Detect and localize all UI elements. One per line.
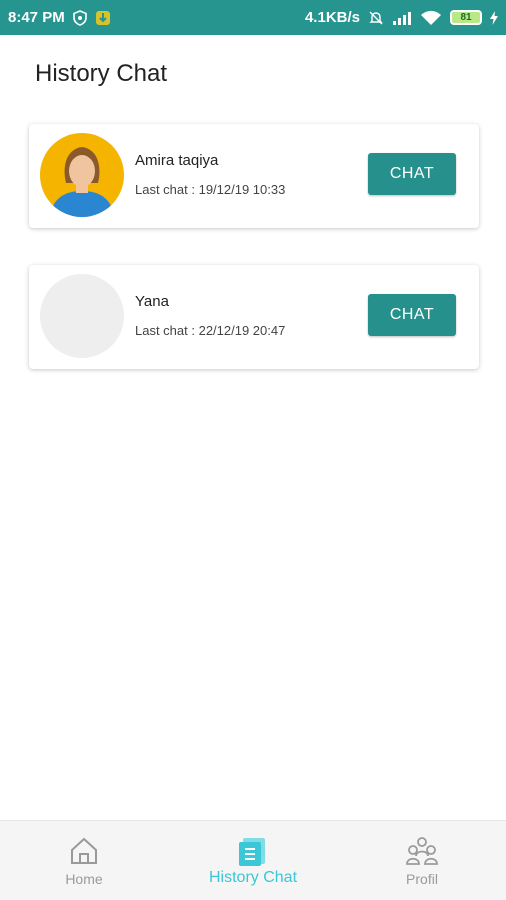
chat-button[interactable]: CHAT — [368, 294, 456, 336]
home-icon — [69, 836, 99, 871]
contact-name: Amira taqiya — [135, 152, 219, 169]
nav-label-history-chat: History Chat — [208, 869, 298, 886]
contact-name: Yana — [135, 293, 169, 310]
network-speed: 4.1KB/s — [304, 9, 360, 26]
last-chat-time: Last chat : 22/12/19 20:47 — [135, 323, 286, 338]
nav-item-history-chat[interactable]: History Chat — [193, 821, 313, 900]
signal-icon — [392, 10, 412, 26]
avatar — [40, 133, 124, 217]
battery-level: 81 — [460, 12, 472, 23]
chat-card: Amira taqiya Last chat : 19/12/19 10:33 … — [29, 124, 479, 228]
nav-item-home[interactable]: Home — [44, 821, 124, 900]
battery-icon: 81 — [450, 10, 482, 25]
charging-icon — [490, 10, 498, 25]
last-chat-time: Last chat : 19/12/19 10:33 — [135, 182, 286, 197]
chat-button[interactable]: CHAT — [368, 153, 456, 195]
profile-group-icon — [405, 836, 439, 871]
status-time: 8:47 PM — [8, 9, 65, 26]
shield-icon — [72, 9, 87, 26]
wifi-icon — [420, 10, 442, 26]
status-bar: 8:47 PM 4.1KB/s 81 — [0, 0, 506, 35]
nav-label-profil: Profil — [406, 871, 438, 887]
mute-bell-icon — [368, 10, 384, 26]
page-title: History Chat — [35, 60, 168, 87]
avatar-placeholder — [40, 274, 124, 358]
bottom-navigation: Home History Chat Profil — [0, 820, 506, 900]
chat-card: Yana Last chat : 22/12/19 20:47 CHAT — [29, 265, 479, 369]
nav-item-profil[interactable]: Profil — [382, 821, 462, 900]
nav-label-home: Home — [65, 871, 103, 887]
history-chat-icon — [237, 836, 269, 873]
app-notification-icon — [95, 9, 111, 27]
